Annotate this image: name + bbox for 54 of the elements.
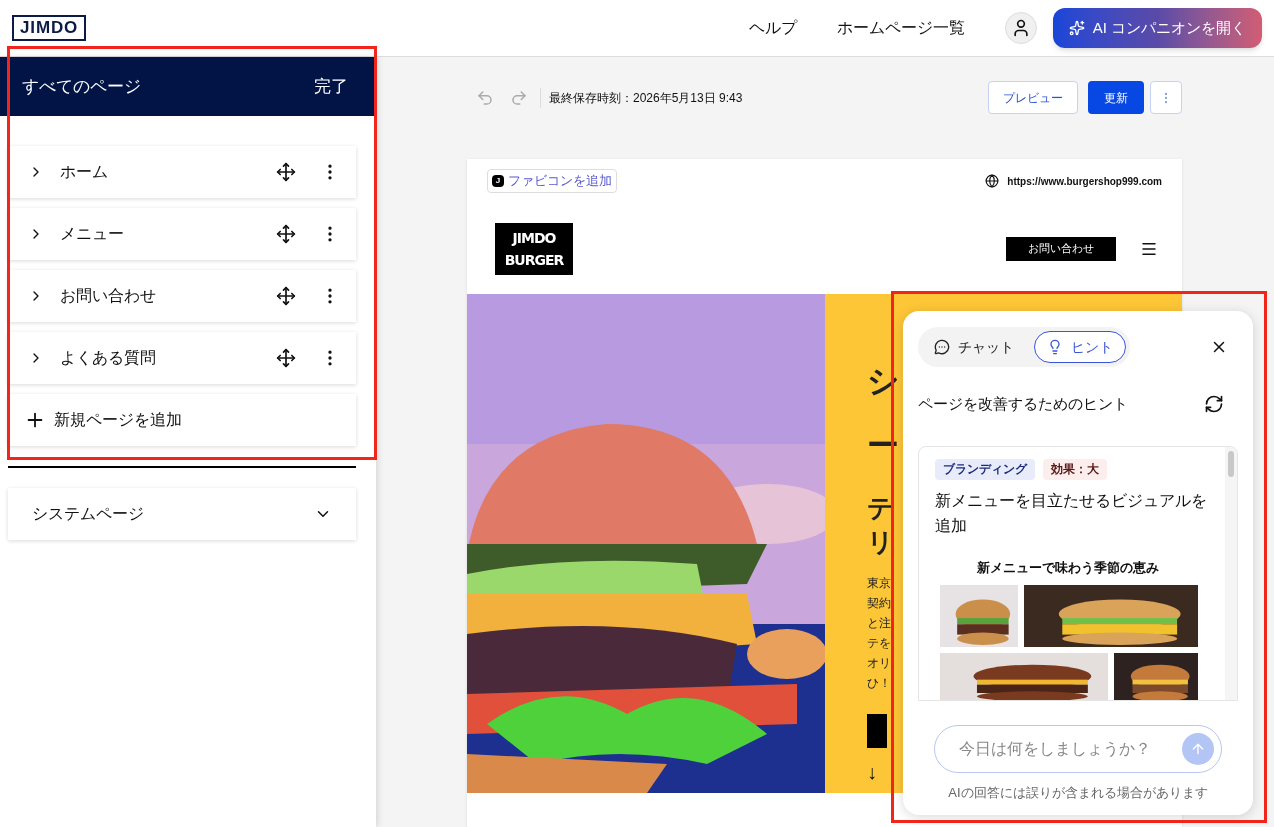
sparkle-icon [1068, 20, 1085, 36]
page-title: ホーム [60, 162, 109, 182]
page-title: よくある質問 [60, 348, 157, 368]
move-icon[interactable] [276, 162, 296, 182]
hero-subheading: テ [867, 492, 894, 525]
move-icon[interactable] [276, 348, 296, 368]
add-page-button[interactable]: 新規ページを追加 [8, 394, 356, 446]
preview-button[interactable]: プレビュー [988, 81, 1078, 114]
hint-title: 新メニューを目立たせるビジュアルを追加 [935, 490, 1208, 536]
favicon-button[interactable]: J ファビコンを追加 [487, 169, 617, 193]
hint-tag: 効果：大 [1043, 458, 1107, 480]
page-title: お問い合わせ [60, 286, 157, 306]
update-button[interactable]: 更新 [1088, 81, 1144, 114]
logo-text: JIMDO [512, 228, 556, 248]
panel-tab[interactable]: ヒント [1034, 331, 1126, 363]
globe-icon [985, 174, 1000, 188]
move-icon[interactable] [276, 224, 296, 244]
hero-text: 東京 [867, 575, 891, 592]
preview-caption: 新メニューで味わう季節の恵み [977, 558, 1160, 577]
hero-text: と注 [867, 615, 891, 632]
page-item[interactable]: ホーム [8, 146, 356, 198]
logo[interactable]: JIMDO [12, 15, 87, 41]
panel-tab[interactable]: チャット [922, 331, 1026, 363]
site-url: https://www.burgershop999.com [1007, 174, 1162, 189]
hero-text: 契約 [867, 595, 891, 612]
page-item[interactable]: お問い合わせ [8, 270, 356, 322]
hero-subheading: リ [867, 526, 894, 559]
hero-text: テを [867, 635, 891, 652]
system-pages-item[interactable]: システムページ [8, 488, 356, 540]
hero-text: ひ！ [867, 675, 891, 692]
contact-button[interactable]: お問い合わせ [1006, 236, 1116, 261]
sidebar-title: すべてのページ [22, 75, 141, 98]
refresh-icon[interactable] [1204, 394, 1224, 415]
logo-text: BURGER [504, 250, 564, 270]
message-input[interactable]: 今日は何をしましょうか？ [934, 724, 1222, 773]
page-item[interactable]: メニュー [8, 208, 356, 260]
nav-link[interactable]: ホームページ一覧 [836, 16, 965, 40]
page-item[interactable]: よくある質問 [8, 332, 356, 384]
scrollbar[interactable] [1225, 446, 1237, 700]
page-title: メニュー [60, 224, 125, 244]
last-saved-text: 最終保存時刻：2026年5月13日 9:43 [549, 89, 743, 107]
account-button[interactable] [1004, 12, 1037, 44]
hint-tag: ブランディング [935, 458, 1035, 480]
move-icon[interactable] [276, 286, 296, 306]
hero-text: オリ [867, 655, 891, 672]
disclaimer: AIの回答には誤りが含まれる場合があります [947, 783, 1209, 802]
chat-bubble-icon [934, 339, 950, 355]
panel-title: ページを改善するためのヒント [918, 394, 1129, 414]
ai-companion-button[interactable]: AI コンパニオンを開く [1052, 8, 1262, 48]
done-button[interactable]: 完了 [314, 73, 348, 100]
favicon-badge: J [492, 175, 504, 187]
lightbulb-icon [1047, 339, 1063, 355]
scroll-arrow[interactable]: ↓ [867, 760, 877, 784]
nav-link[interactable]: ヘルプ [748, 16, 797, 40]
